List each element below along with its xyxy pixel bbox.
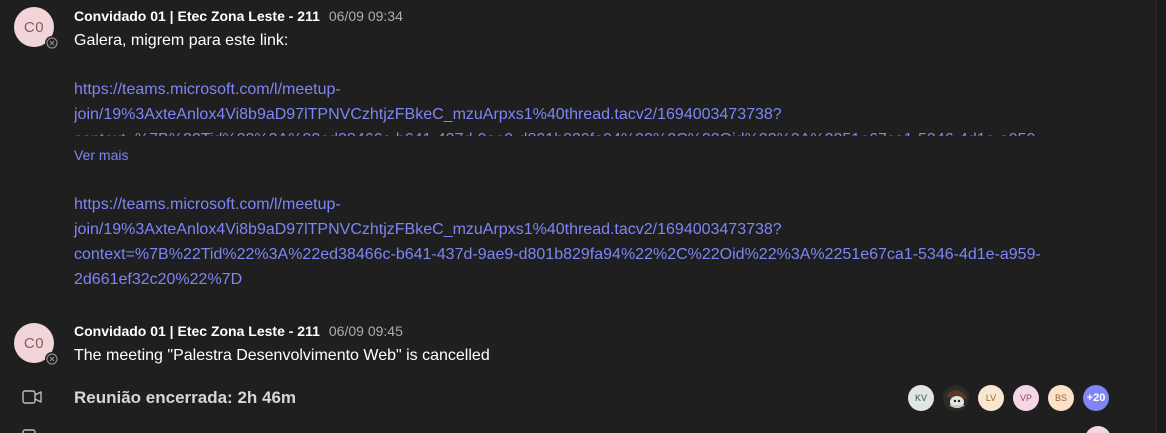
meeting-ended-label: Reunião encerrada: 2h 46m (74, 388, 297, 407)
participant-photo-icon (943, 385, 969, 411)
participant-initials: KV (914, 393, 927, 403)
participant-avatar[interactable] (1085, 426, 1111, 433)
meeting-link[interactable]: https://teams.microsoft.com/l/meetup- jo… (74, 192, 1041, 292)
scrollbar-track[interactable] (1156, 0, 1166, 433)
participant-initials: BS (1054, 393, 1067, 403)
participant-avatar[interactable]: KV (908, 385, 934, 411)
guest-status-icon (45, 36, 59, 50)
participant-photo-avatar[interactable] (943, 385, 969, 411)
sender-name[interactable]: Convidado 01 | Etec Zona Leste - 211 (74, 323, 320, 339)
participant-initials: VP (1019, 393, 1032, 403)
video-camera-icon (22, 428, 42, 433)
participant-avatar[interactable]: LV (978, 385, 1004, 411)
video-camera-icon (22, 389, 42, 410)
participant-avatars[interactable]: KV LV VP BS +20 (908, 385, 1109, 411)
message-timestamp: 06/09 09:34 (328, 8, 403, 24)
see-more-link[interactable]: Ver mais (74, 146, 128, 164)
meeting-ended-row[interactable]: Reunião encerrada: 2h 46m KV LV VP BS +2… (0, 380, 1120, 414)
message-header: Convidado 01 | Etec Zona Leste - 211 06/0… (74, 322, 403, 340)
chat-pane: C0 Convidado 01 | Etec Zona Leste - 211 0… (0, 0, 1166, 433)
sender-avatar[interactable]: C0 (14, 7, 59, 50)
link-line[interactable]: context=%7B%22Tid%22%3A%22ed38466c-b641-… (74, 242, 1041, 267)
guest-status-icon (45, 352, 59, 366)
link-line[interactable]: https://teams.microsoft.com/l/meetup- (74, 77, 1114, 102)
participant-avatar[interactable]: VP (1013, 385, 1039, 411)
participant-avatar[interactable]: BS (1048, 385, 1074, 411)
link-line[interactable]: join/19%3AxteAnlox4Vi8b9aD97lTPNVCzhtjzF… (74, 102, 1114, 127)
link-line[interactable]: 2d661ef32c20%22%7D (74, 267, 1041, 292)
more-participants-count: +20 (1086, 392, 1106, 404)
link-line-clipped[interactable]: context=%7B%22Tid%22%3A%22ed38466c-b641-… (74, 127, 1114, 136)
message-text: The meeting "Palestra Desenvolvimento We… (74, 347, 490, 364)
message-text: Galera, migrem para este link: (74, 32, 289, 49)
link-line[interactable]: join/19%3AxteAnlox4Vi8b9aD97lTPNVCzhtjzF… (74, 217, 1041, 242)
collapsed-link-preview: https://teams.microsoft.com/l/meetup- jo… (74, 77, 1114, 136)
message-header: Convidado 01 | Etec Zona Leste - 211 06/0… (74, 7, 403, 25)
avatar-initials: C0 (23, 18, 45, 36)
participant-initials: LV (985, 393, 997, 403)
sender-avatar[interactable]: C0 (14, 323, 59, 366)
avatar-initials: C0 (23, 334, 45, 352)
more-participants-badge[interactable]: +20 (1083, 385, 1109, 411)
next-meeting-row-partial[interactable] (0, 420, 1120, 433)
message-timestamp: 06/09 09:45 (328, 323, 403, 339)
sender-name[interactable]: Convidado 01 | Etec Zona Leste - 211 (74, 8, 320, 24)
link-line[interactable]: https://teams.microsoft.com/l/meetup- (74, 192, 1041, 217)
